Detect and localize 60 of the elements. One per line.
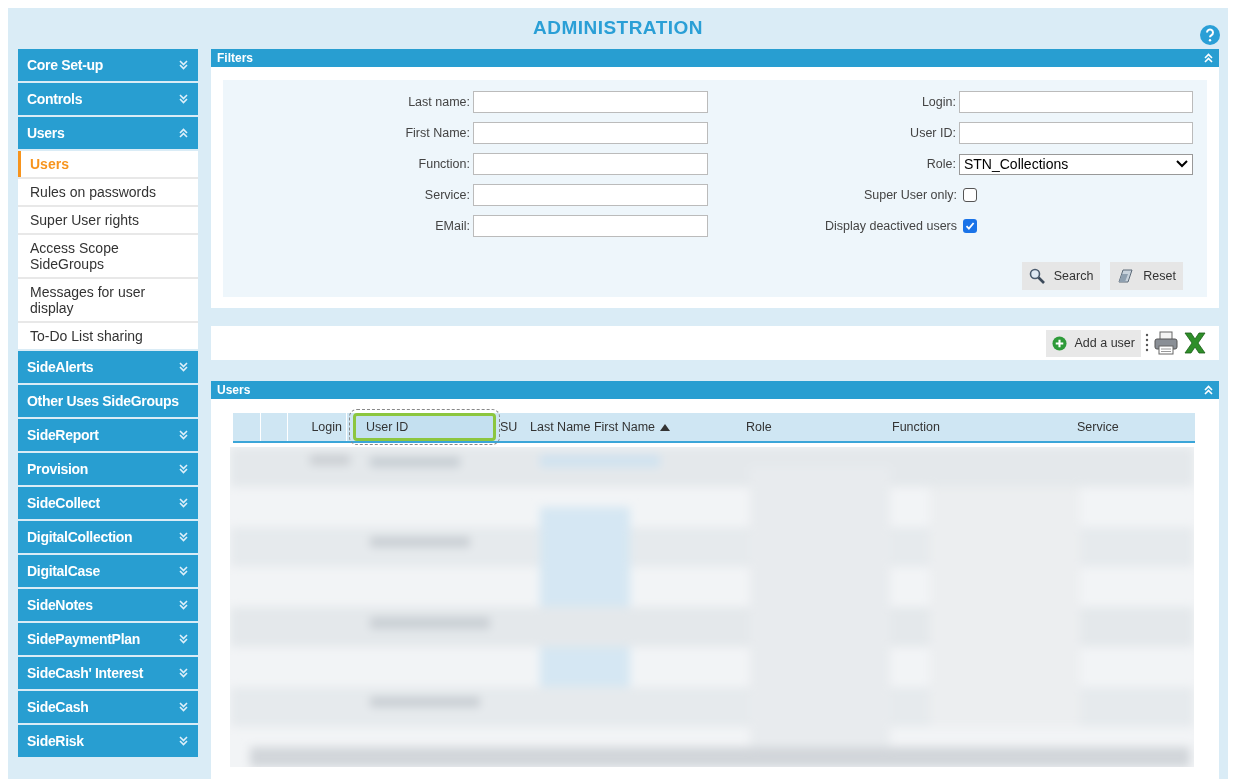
help-icon[interactable] xyxy=(1200,25,1220,45)
field-label: Function: xyxy=(417,155,471,173)
printer-icon[interactable] xyxy=(1153,330,1179,356)
column-header[interactable]: SU xyxy=(496,413,526,441)
plus-icon xyxy=(1051,335,1067,351)
field-label: EMail: xyxy=(434,217,471,235)
input-field[interactable] xyxy=(473,91,708,113)
input-field[interactable] xyxy=(473,184,708,206)
input-field[interactable] xyxy=(473,215,708,237)
input-field[interactable] xyxy=(958,122,1193,144)
column-header[interactable]: Last Name First Name xyxy=(526,413,742,441)
field-label: User ID: xyxy=(909,124,957,142)
input-field[interactable] xyxy=(473,153,708,175)
expand-icon[interactable] xyxy=(179,600,188,610)
eraser-icon xyxy=(1117,269,1136,283)
field-label: First Name: xyxy=(404,124,471,142)
spreadsheet-icon[interactable] xyxy=(1183,331,1207,355)
expand-icon[interactable] xyxy=(179,736,188,746)
field-label: Last name: xyxy=(407,93,471,111)
input-field[interactable] xyxy=(473,122,708,144)
field-label: Display deactived users xyxy=(824,217,958,235)
expand-icon[interactable] xyxy=(179,362,188,372)
expand-icon[interactable] xyxy=(179,702,188,712)
expand-icon[interactable] xyxy=(179,498,188,508)
column-header[interactable]: Function xyxy=(888,413,1073,441)
expand-icon[interactable] xyxy=(179,430,188,440)
column-header[interactable]: Login xyxy=(288,413,347,441)
panel-title: Users xyxy=(217,382,251,399)
submenu-item[interactable]: Messages for user display xyxy=(18,279,198,321)
expand-icon[interactable] xyxy=(179,634,188,644)
checkbox[interactable] xyxy=(963,188,977,202)
search-icon xyxy=(1028,267,1046,285)
sort-ascending-icon xyxy=(660,423,671,431)
column-header[interactable]: Service xyxy=(1073,413,1176,441)
role-dropdown[interactable]: STN_Collections xyxy=(958,153,1193,175)
field-label: Role: xyxy=(925,155,957,173)
field-label: Super User only: xyxy=(862,186,958,204)
page-title: ADMINISTRATION xyxy=(533,16,703,41)
panel-title: Filters xyxy=(217,50,253,67)
expand-icon[interactable] xyxy=(179,668,188,678)
search-button[interactable]: Search xyxy=(1021,262,1101,290)
expand-icon[interactable] xyxy=(179,566,188,576)
column-header[interactable]: Role xyxy=(742,413,888,441)
submenu-item[interactable]: Access Scope SideGroups xyxy=(18,235,198,277)
dropdown-caret-icon xyxy=(1176,160,1188,168)
input-field[interactable] xyxy=(958,91,1193,113)
submenu-item[interactable]: To-Do List sharing xyxy=(18,323,198,349)
submenu-item[interactable]: Rules on passwords xyxy=(18,179,198,205)
expand-icon[interactable] xyxy=(179,532,188,542)
field-label: Login: xyxy=(920,93,957,111)
expand-icon[interactable] xyxy=(179,60,188,70)
reset-button[interactable]: Reset xyxy=(1110,262,1183,290)
checkbox[interactable] xyxy=(963,219,977,233)
submenu-item[interactable]: Super User rights xyxy=(18,207,198,233)
expand-icon[interactable] xyxy=(179,464,188,474)
collapse-icon[interactable] xyxy=(179,128,188,138)
toolbar-separator-icon xyxy=(1145,332,1149,354)
expand-icon[interactable] xyxy=(179,94,188,104)
field-label: Service: xyxy=(423,186,471,204)
add-user-button[interactable]: Add a user xyxy=(1045,329,1141,357)
